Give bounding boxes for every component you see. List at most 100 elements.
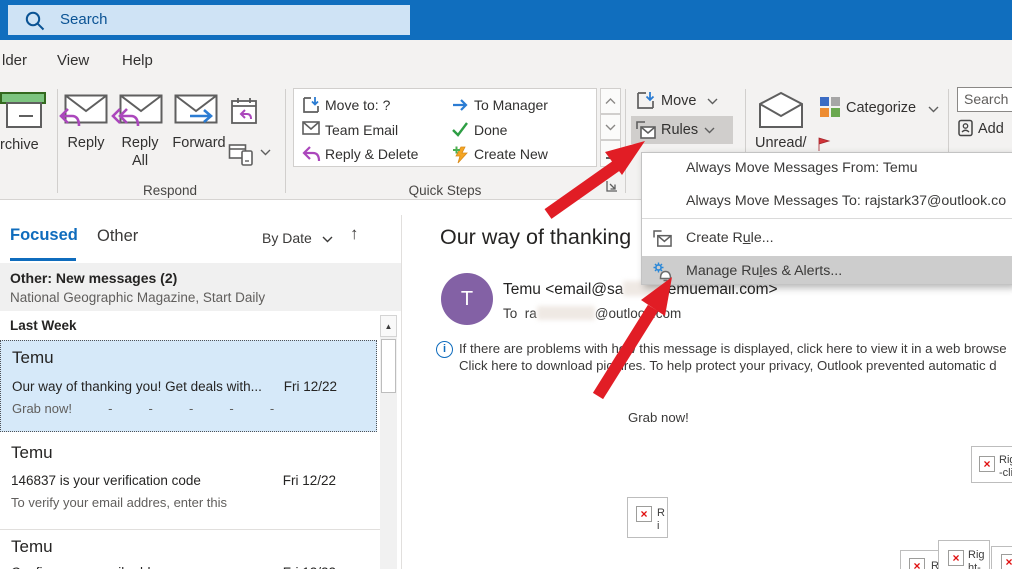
message-preview: Grab now! - - - - -	[12, 401, 275, 416]
dialog-launcher-icon[interactable]	[606, 180, 619, 193]
address-book-label: Add	[978, 121, 1004, 137]
broken-image-icon: ×	[636, 506, 652, 522]
rules-button[interactable]: Rules	[631, 116, 733, 144]
focused-tab-underline	[10, 258, 76, 261]
search-icon	[25, 11, 45, 31]
search-people-input[interactable]: Search	[957, 87, 1012, 112]
scrollbar-thumb[interactable]	[381, 339, 396, 393]
reply-delete-icon	[302, 146, 321, 162]
search-people-placeholder: Search	[964, 91, 1009, 107]
blocked-image-caption: ht-	[968, 562, 981, 569]
menu-item-label: Always Move Messages To: rajstark37@outl…	[686, 193, 1007, 209]
chevron-up-icon	[605, 98, 616, 104]
menu-separator	[642, 218, 1012, 219]
blocked-image-caption: i	[657, 520, 660, 532]
categorize-icon	[820, 97, 840, 117]
quick-steps-scroll: ▼	[600, 88, 621, 171]
group-separator	[285, 89, 286, 193]
menu-item-create-rule[interactable]: Create Rule...	[642, 220, 1012, 256]
chevron-down-icon	[928, 106, 939, 113]
move-button[interactable]: Move	[631, 87, 737, 115]
categorize-label: Categorize	[846, 100, 917, 116]
tab-other[interactable]: Other	[97, 227, 138, 246]
scroll-up-button[interactable]	[600, 88, 621, 114]
done-icon	[452, 122, 468, 137]
blocked-image-caption: R	[657, 507, 665, 519]
menu-item-always-move-from[interactable]: Always Move Messages From: Temu	[642, 153, 1012, 184]
archive-label: rchive	[0, 137, 39, 153]
sort-by-date-dropdown[interactable]: By Date	[262, 230, 333, 246]
tab-folder-partial[interactable]: lder	[2, 52, 27, 69]
banner-subtitle: National Geographic Magazine, Start Dail…	[10, 290, 266, 305]
tab-help[interactable]: Help	[122, 52, 153, 69]
list-divider	[0, 529, 380, 530]
scroll-down-button[interactable]	[600, 114, 621, 140]
to-manager-icon	[453, 99, 468, 111]
sort-direction-button[interactable]: ↑	[350, 224, 359, 244]
chevron-down-icon	[322, 236, 333, 243]
scrollbar-up-arrow[interactable]: ▲	[380, 315, 397, 337]
tab-view[interactable]: View	[57, 52, 89, 69]
menu-item-manage-rules-alerts[interactable]: Manage Rules & Alerts...	[642, 256, 1012, 284]
create-new-icon	[453, 146, 468, 164]
message-sender: Temu	[11, 443, 53, 462]
gallery-more-button[interactable]: ▼	[600, 140, 621, 171]
blocked-image-placeholder[interactable]: × Rig -cli	[971, 446, 1012, 483]
broken-image-icon: ×	[1001, 554, 1012, 569]
reply-all-label-2: All	[131, 153, 149, 169]
info-message-line2[interactable]: Click here to download pictures. To help…	[459, 358, 997, 373]
info-message-line1[interactable]: If there are problems with how this mess…	[459, 341, 1007, 356]
sender-avatar[interactable]: T	[441, 273, 493, 325]
forward-arrow-icon	[190, 109, 213, 123]
menu-item-label: Manage Ru	[686, 263, 760, 279]
quick-step-label: Team Email	[325, 122, 399, 138]
message-subject: 146837 is your verification code	[11, 473, 201, 488]
blocked-image-placeholder[interactable]: ×	[991, 546, 1012, 569]
address-book-icon	[958, 119, 973, 137]
unread-label: Unread/	[755, 135, 807, 151]
recipient-part: @outlook.com	[594, 306, 682, 321]
chevron-down-icon	[605, 124, 616, 131]
broken-image-icon: ×	[979, 456, 995, 472]
search-input[interactable]: Search	[8, 5, 410, 35]
quick-step-label: Create New	[474, 146, 548, 162]
search-placeholder: Search	[60, 11, 108, 28]
forward-label: Forward	[172, 135, 226, 151]
recipient-line: To ra @outlook.com	[503, 306, 681, 321]
quick-step-label: To Manager	[474, 97, 548, 113]
email-subject-title: Our way of thanking	[440, 225, 632, 249]
manage-rules-icon	[653, 262, 672, 282]
message-subject: Our way of thanking you! Get deals with.…	[12, 379, 262, 394]
quick-steps-group-label: Quick Steps	[408, 183, 482, 198]
message-sender: Temu	[12, 348, 54, 367]
follow-up-flag-icon[interactable]	[816, 137, 832, 152]
sort-by-label: By Date	[262, 230, 312, 246]
message-date: Fri 12/22	[283, 379, 337, 394]
message-date: Fri 12/22	[275, 565, 336, 569]
list-scrollbar[interactable]: ▲	[380, 315, 397, 569]
info-icon: i	[436, 341, 453, 358]
chevron-down-icon[interactable]	[260, 149, 271, 156]
ribbon-tab-row: lder View Help	[0, 40, 1012, 85]
menu-item-label: Create R	[686, 230, 743, 246]
message-row-selected[interactable]: Temu Our way of thanking you! Get deals …	[0, 340, 377, 432]
other-messages-banner[interactable]: Other: New messages (2) National Geograp…	[0, 263, 401, 311]
open-envelope-icon	[759, 91, 803, 128]
email-body-text: Grab now!	[628, 410, 689, 425]
team-email-icon	[302, 121, 320, 135]
meeting-icon[interactable]	[230, 96, 258, 126]
blocked-image-placeholder[interactable]: × R i	[627, 497, 668, 538]
message-date: Fri 12/22	[282, 473, 336, 488]
message-subject: Confirm your email address	[11, 565, 176, 569]
menu-item-label: es & Alerts...	[762, 263, 843, 279]
move-to-icon	[303, 97, 319, 113]
tab-focused[interactable]: Focused	[10, 226, 78, 245]
share-to-teams-icon[interactable]	[228, 142, 255, 167]
rules-icon	[636, 121, 656, 139]
respond-group-label: Respond	[142, 183, 198, 198]
chevron-down-icon	[704, 127, 715, 134]
blocked-image-placeholder[interactable]: × Rig ht-	[938, 540, 990, 569]
redacted-blur	[536, 306, 595, 320]
menu-item-always-move-to[interactable]: Always Move Messages To: rajstark37@outl…	[642, 184, 1012, 218]
title-bar: Search	[0, 0, 1012, 40]
